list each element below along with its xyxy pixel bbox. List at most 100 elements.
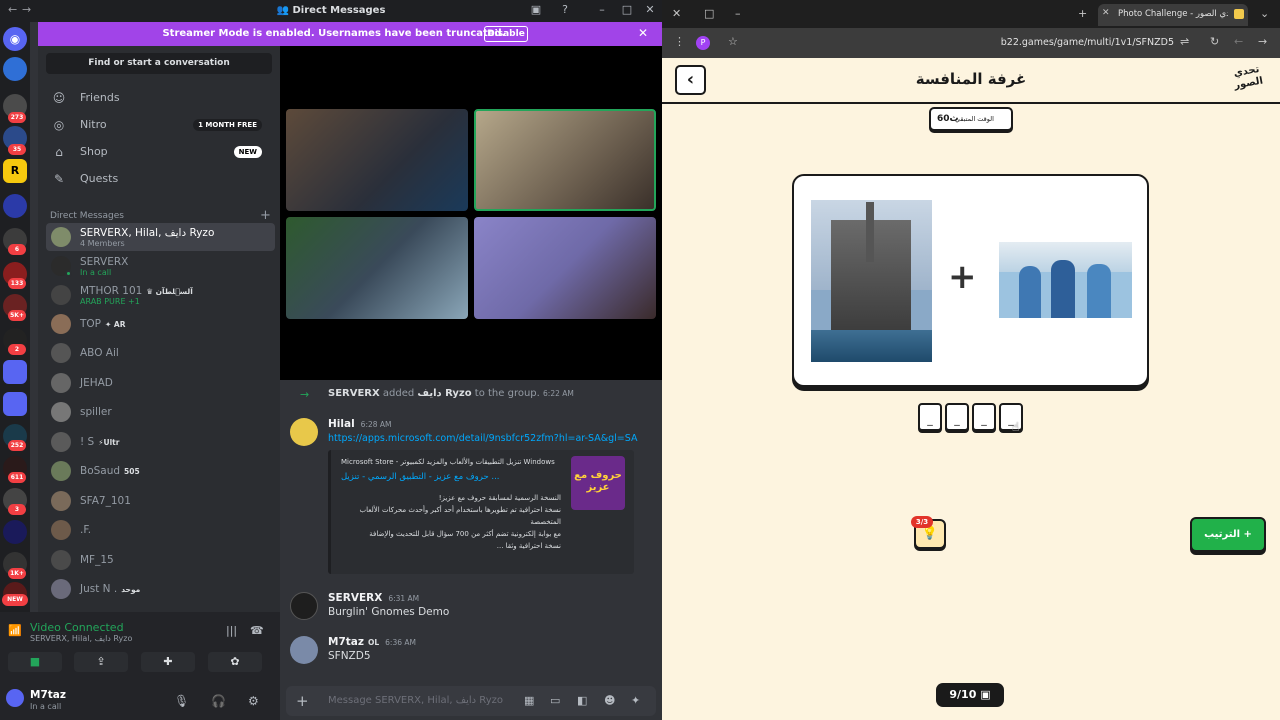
find-conversation-button[interactable]: Find or start a conversation — [46, 53, 272, 74]
attach-icon[interactable]: + — [296, 692, 309, 710]
apps-icon[interactable]: ✦ — [631, 694, 640, 707]
unread-badge: 252 — [8, 440, 26, 451]
camera-button[interactable]: ■ — [8, 652, 62, 672]
dm-item[interactable]: TOP ✦ AR — [46, 310, 275, 338]
minimize-icon[interactable]: – — [594, 3, 610, 16]
dm-item[interactable]: spiller — [46, 398, 275, 426]
video-tile[interactable] — [474, 217, 656, 319]
soundboard-icon: ✿ — [230, 655, 240, 668]
message-link[interactable]: https://apps.microsoft.com/detail/9nsbfc… — [328, 433, 637, 444]
headphones-icon[interactable]: 🎧 — [211, 694, 226, 708]
gif-icon[interactable]: ▭ — [550, 694, 560, 707]
video-tile-speaking[interactable] — [474, 109, 656, 211]
noise-suppression-icon[interactable]: ||| — [226, 624, 237, 637]
streamer-mode-banner: Streamer Mode is enabled. Usernames have… — [38, 22, 662, 46]
nav-shop[interactable]: ⌂ Shop NEW — [46, 140, 272, 164]
tab-search-icon[interactable]: ⌄ — [1260, 7, 1269, 20]
avatar[interactable] — [290, 418, 318, 446]
answer-slot[interactable]: _ — [972, 403, 996, 431]
video-tile[interactable] — [286, 217, 468, 319]
avatar — [51, 579, 71, 599]
create-dm-icon[interactable]: + — [260, 208, 271, 223]
profile-icon[interactable]: P — [696, 36, 710, 50]
server-icon[interactable]: R — [3, 159, 27, 183]
dm-item[interactable]: SERVERX In a call — [46, 252, 275, 280]
reload-icon[interactable]: ↻ — [1210, 35, 1219, 48]
ranking-button[interactable]: الترتيب + — [1190, 517, 1266, 552]
nav-quests[interactable]: ✎ Quests — [46, 167, 272, 191]
puzzle-card: + — [792, 174, 1149, 387]
dm-header: Direct Messages — [50, 211, 124, 221]
avatar — [51, 343, 71, 363]
plus-sign: + — [948, 257, 977, 297]
avatar[interactable] — [290, 636, 318, 664]
message-input[interactable]: + Message SERVERX, Hilal, دايف Ryzo ▦ ▭ … — [286, 686, 656, 716]
browser-tab[interactable]: ✕ Photo Challenge - تحدي الصور — [1098, 4, 1248, 26]
disable-streamer-button[interactable]: Disable — [484, 26, 528, 42]
video-tile[interactable] — [286, 109, 468, 211]
url-field[interactable]: b22.games/game/multi/1v1/SFNZD5 — [962, 37, 1174, 48]
server-icon[interactable] — [3, 194, 27, 218]
avatar[interactable] — [290, 592, 318, 620]
new-badge: NEW — [2, 594, 28, 606]
server-icon[interactable] — [3, 392, 27, 416]
answer-slot[interactable]: _ — [918, 403, 942, 431]
server-icon[interactable] — [3, 360, 27, 384]
close-banner-icon[interactable]: ✕ — [638, 26, 648, 40]
friends-icon: ☺ — [52, 91, 66, 105]
avatar — [51, 520, 71, 540]
dm-item[interactable]: SERVERX, Hilal, دايف Ryzo 4 Members — [46, 223, 275, 251]
unread-badge: 3 — [8, 504, 26, 515]
settings-icon[interactable]: ⚙ — [248, 694, 259, 708]
sticker-icon[interactable]: ◧ — [577, 694, 587, 707]
tab-title: Photo Challenge - تحدي الصور — [1118, 9, 1228, 19]
forward-icon[interactable]: ← — [1234, 35, 1243, 48]
dm-item[interactable]: BoSaud 505 — [46, 457, 275, 485]
mic-icon[interactable]: 🎙 — [174, 694, 189, 708]
dm-item[interactable]: JEHAD — [46, 369, 275, 397]
close-tab-icon[interactable]: ✕ — [1102, 8, 1110, 18]
menu-icon[interactable]: ⋮ — [674, 35, 685, 48]
help-icon[interactable]: ? — [557, 3, 573, 16]
inbox-icon[interactable]: ▣ — [528, 3, 544, 16]
dm-item[interactable]: MTHOR 101 ♛ آلسؔلطآن ARAB PURE +1 — [46, 281, 275, 309]
dm-item[interactable]: Just N . موحد — [46, 575, 275, 603]
close-window-icon[interactable]: ✕ — [672, 7, 681, 20]
new-tab-icon[interactable]: + — [1078, 7, 1087, 20]
star-icon[interactable]: ☆ — [728, 35, 738, 48]
close-icon[interactable]: ✕ — [642, 3, 658, 16]
dm-item[interactable]: ! S ⚡Ultr — [46, 428, 275, 456]
embed-title[interactable]: حروف مع عزيز - التطبيق الرسمي - تنزيل ..… — [341, 472, 500, 482]
unread-badge: 35 — [8, 144, 26, 155]
avatar — [51, 491, 71, 511]
favicon-icon — [1234, 9, 1244, 19]
site-settings-icon[interactable]: ⇌ — [1180, 35, 1189, 48]
unread-badge: 611 — [8, 472, 26, 483]
dm-item[interactable]: SFA7_101 — [46, 487, 275, 515]
nitro-icon: ◎ — [53, 118, 65, 132]
server-icon[interactable] — [3, 520, 27, 544]
hangup-icon[interactable]: ☎ — [250, 624, 264, 637]
nav-friends[interactable]: ☺ Friends — [46, 86, 272, 110]
discord-icon[interactable]: ◉ — [3, 27, 27, 51]
maximize-icon[interactable]: □ — [619, 3, 635, 16]
answer-slot[interactable]: _ — [945, 403, 969, 431]
embed-thumbnail[interactable]: حروف مع عزيز — [571, 456, 625, 510]
restore-icon[interactable]: □ — [704, 7, 714, 20]
soundboard-button[interactable]: ✿ — [208, 652, 262, 672]
back-icon[interactable]: → — [1258, 35, 1267, 48]
dm-item[interactable]: MF_15 — [46, 546, 275, 574]
avatar — [51, 285, 71, 305]
dm-item[interactable]: .F. — [46, 516, 275, 544]
emoji-icon[interactable]: ☻ — [604, 694, 615, 707]
server-icon[interactable] — [3, 57, 27, 81]
minimize-icon[interactable]: – — [735, 7, 741, 20]
nav-nitro[interactable]: ◎ Nitro 1 MONTH FREE — [46, 113, 272, 137]
answer-slot[interactable]: _ — [999, 403, 1023, 431]
activity-button[interactable]: ✚ — [141, 652, 195, 672]
user-avatar[interactable] — [6, 689, 24, 707]
dm-item[interactable]: ABO Ail — [46, 339, 275, 367]
gift-icon[interactable]: ▦ — [524, 694, 534, 707]
screenshare-button[interactable]: ⇪ — [74, 652, 128, 672]
video-call-grid — [280, 46, 662, 380]
